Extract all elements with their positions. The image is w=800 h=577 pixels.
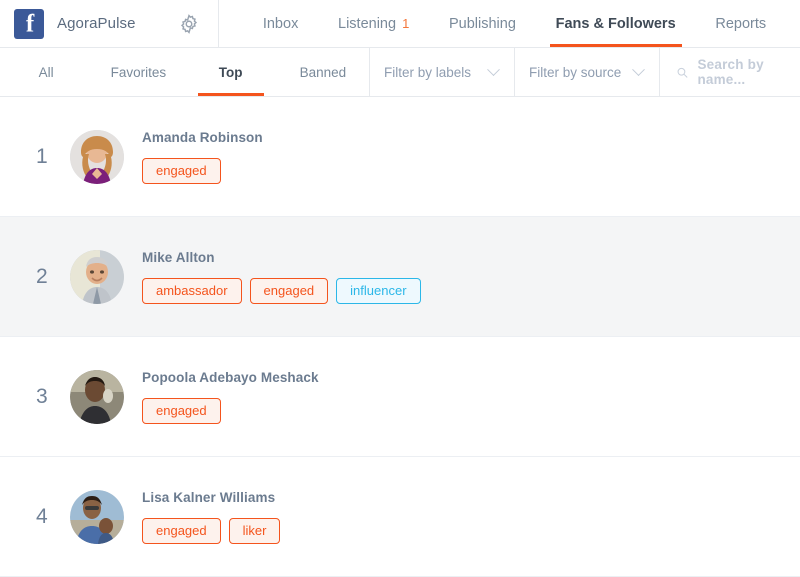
fan-rank: 4 xyxy=(36,504,48,528)
fan-info: Popoola Adebayo Meshack engaged xyxy=(142,370,319,424)
fans-list: 1 Amanda Robinson engaged 2 Mike Allton … xyxy=(0,97,800,577)
tab-top[interactable]: Top xyxy=(185,48,277,96)
fan-labels: engaged xyxy=(142,397,319,424)
tab-label: All xyxy=(38,64,54,80)
top-navigation-bar: AgoraPulse Inbox Listening 1 Publishing … xyxy=(0,0,800,48)
fan-name: Popoola Adebayo Meshack xyxy=(142,369,319,385)
fan-labels: ambassador engaged influencer xyxy=(142,277,421,304)
fan-rank: 3 xyxy=(36,384,48,408)
fan-name: Lisa Kalner Williams xyxy=(142,489,276,505)
table-row[interactable]: 1 Amanda Robinson engaged xyxy=(0,97,800,217)
nav-label: Publishing xyxy=(448,15,516,32)
label-badge[interactable]: ambassador xyxy=(142,277,242,304)
nav-item-publishing[interactable]: Publishing xyxy=(443,0,522,47)
fan-info: Mike Allton ambassador engaged influence… xyxy=(142,250,421,304)
brand-name: AgoraPulse xyxy=(57,15,136,32)
tab-label: Top xyxy=(218,64,243,80)
chevron-down-icon xyxy=(632,62,645,76)
fan-name: Mike Allton xyxy=(142,249,215,265)
sub-tabs: All Favorites Top Banned xyxy=(0,48,370,96)
app-window: AgoraPulse Inbox Listening 1 Publishing … xyxy=(0,0,800,577)
label-badge[interactable]: influencer xyxy=(336,277,421,304)
filter-by-labels-value: Filter by labels xyxy=(384,64,472,80)
tab-favorites[interactable]: Favorites xyxy=(92,48,184,96)
fan-rank: 1 xyxy=(36,144,48,168)
facebook-logo-icon xyxy=(14,8,44,39)
avatar[interactable] xyxy=(70,489,124,544)
nav-label: Reports xyxy=(715,15,767,32)
filter-by-labels-dropdown[interactable]: Filter by labels xyxy=(370,48,515,96)
nav-label: Fans & Followers xyxy=(555,15,676,32)
fan-info: Lisa Kalner Williams engaged liker xyxy=(142,489,281,544)
nav-item-reports[interactable]: Reports xyxy=(709,0,772,47)
label-badge[interactable]: engaged xyxy=(142,517,221,544)
chevron-down-icon xyxy=(487,62,500,76)
filter-by-source-dropdown[interactable]: Filter by source xyxy=(515,48,660,96)
filter-by-source-value: Filter by source xyxy=(529,64,622,80)
brand-area: AgoraPulse xyxy=(0,0,219,47)
fan-info: Amanda Robinson engaged xyxy=(142,130,263,184)
label-badge[interactable]: engaged xyxy=(142,157,221,184)
nav-item-fans-and-followers[interactable]: Fans & Followers xyxy=(549,0,682,47)
avatar[interactable] xyxy=(70,249,124,304)
tab-label: Banned xyxy=(299,64,347,80)
table-row[interactable]: 2 Mike Allton ambassador engaged influen… xyxy=(0,217,800,337)
fan-name: Amanda Robinson xyxy=(142,129,263,145)
tab-all[interactable]: All xyxy=(0,48,92,96)
main-nav: Inbox Listening 1 Publishing Fans & Foll… xyxy=(219,0,800,47)
table-row[interactable]: 4 Lisa Kalner Williams engaged liker xyxy=(0,457,800,577)
tab-label: Favorites xyxy=(110,64,167,80)
nav-item-listening[interactable]: Listening 1 xyxy=(332,0,415,47)
gear-icon[interactable] xyxy=(178,13,200,35)
search-icon xyxy=(677,67,688,78)
nav-item-inbox[interactable]: Inbox xyxy=(257,0,304,47)
nav-label: Listening xyxy=(338,15,397,32)
avatar[interactable] xyxy=(70,129,124,184)
fan-labels: engaged xyxy=(142,157,263,184)
filter-bar: All Favorites Top Banned Filter by label… xyxy=(0,48,800,97)
avatar[interactable] xyxy=(70,369,124,424)
fan-rank: 2 xyxy=(36,264,48,288)
search-input[interactable]: Search by name... xyxy=(660,48,800,96)
tab-banned[interactable]: Banned xyxy=(277,48,369,96)
label-badge[interactable]: liker xyxy=(228,517,281,544)
listening-count-badge: 1 xyxy=(402,16,410,31)
table-row[interactable]: 3 Popoola Adebayo Meshack engaged xyxy=(0,337,800,457)
search-placeholder: Search by name... xyxy=(697,57,764,87)
nav-label: Inbox xyxy=(262,15,299,32)
label-badge[interactable]: engaged xyxy=(249,277,329,304)
fan-labels: engaged liker xyxy=(142,517,281,544)
label-badge[interactable]: engaged xyxy=(142,397,221,424)
